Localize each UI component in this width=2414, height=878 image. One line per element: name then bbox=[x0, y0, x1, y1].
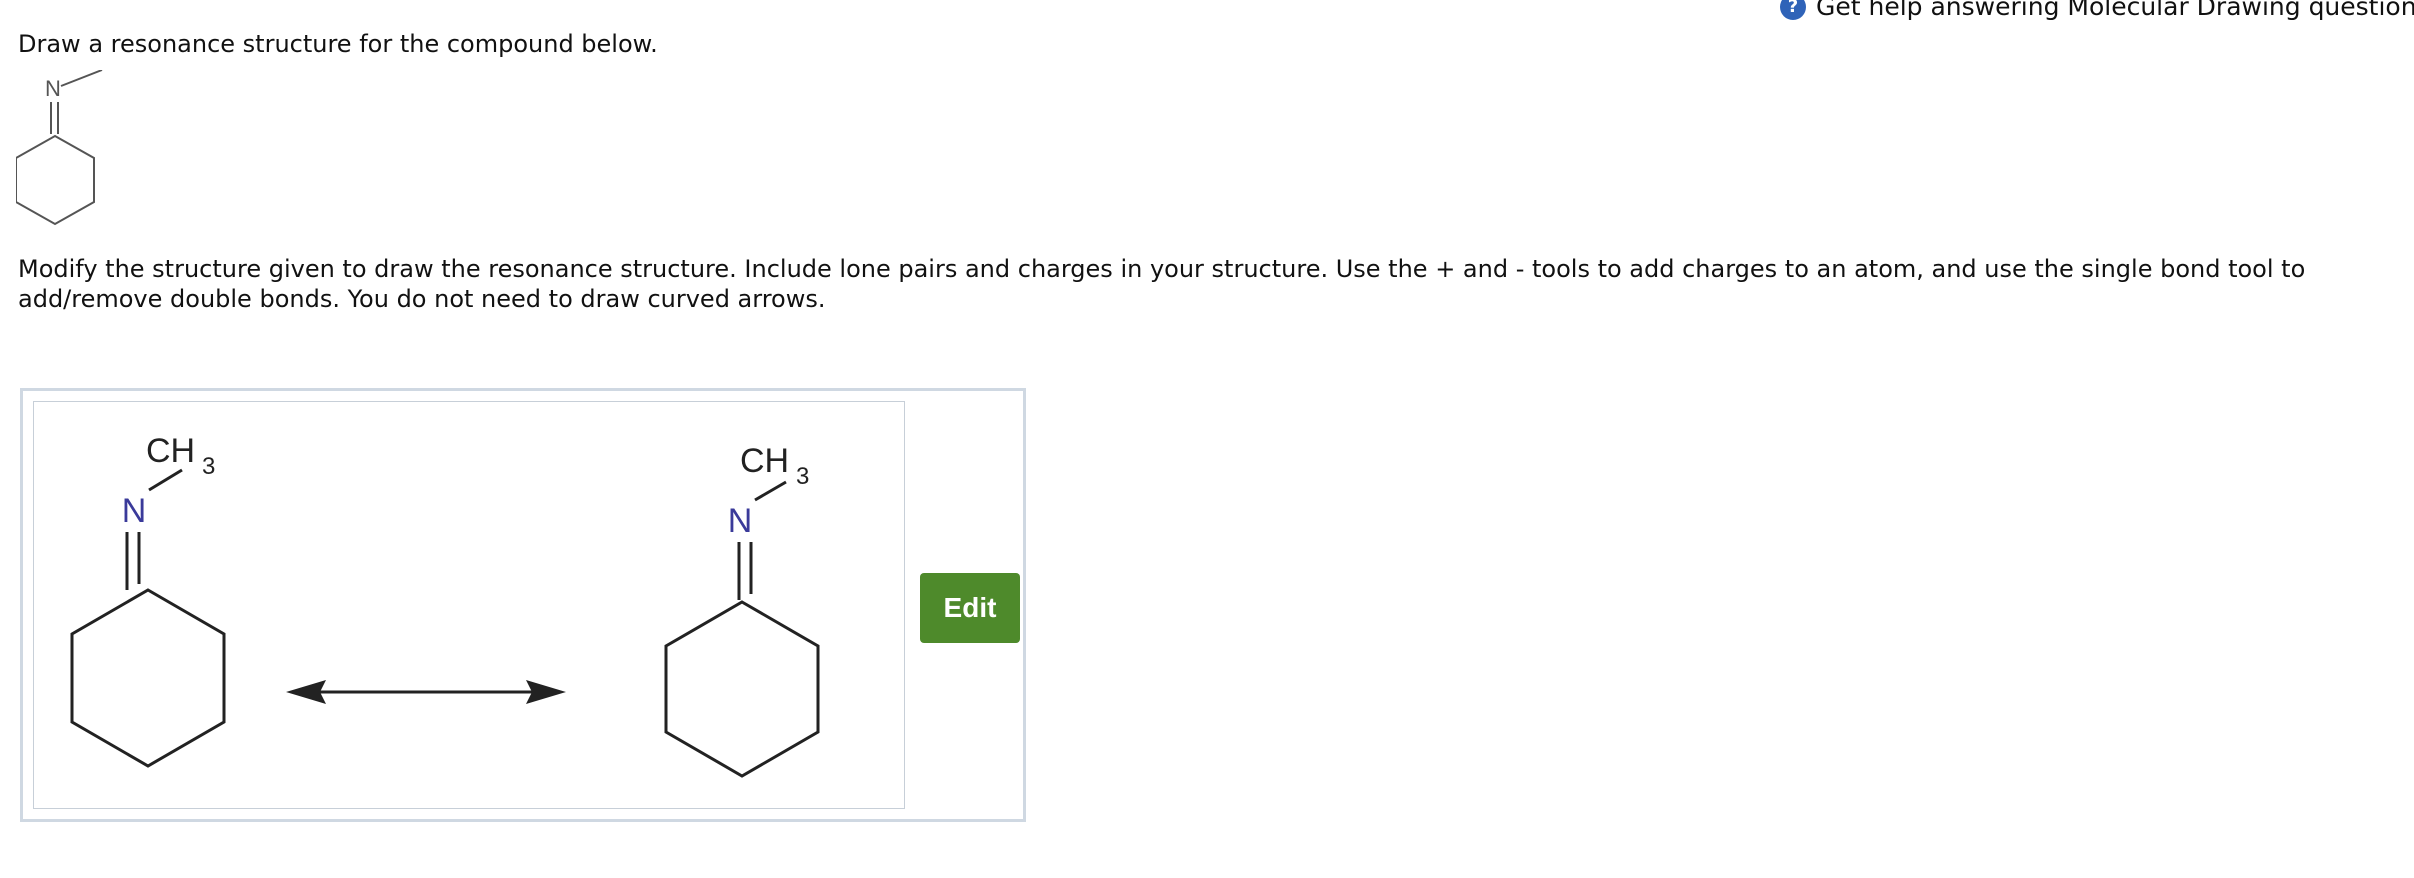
edit-button[interactable]: Edit bbox=[920, 573, 1020, 643]
left-methyl-label: CH bbox=[146, 432, 195, 470]
question-prompt: Draw a resonance structure for the compo… bbox=[18, 30, 658, 58]
drawing-canvas[interactable]: N CH 3 N CH 3 bbox=[33, 401, 905, 809]
given-structure: N bbox=[16, 70, 103, 226]
instructions: Modify the structure given to draw the r… bbox=[18, 255, 2306, 313]
right-methyl-subscript: 3 bbox=[796, 463, 809, 490]
question-mark-icon: ? bbox=[1780, 0, 1806, 20]
left-nitrogen-label: N bbox=[122, 492, 147, 530]
answer-panel: N CH 3 N CH 3 Edit bbox=[20, 388, 1026, 822]
help-link[interactable]: ? Get help answering Molecular Drawing q… bbox=[1780, 0, 2414, 21]
resonance-drawing: N CH 3 N CH 3 bbox=[70, 432, 820, 778]
resonance-structure-left: N CH 3 bbox=[70, 432, 226, 768]
small-nitrogen-label: N bbox=[45, 76, 61, 101]
right-methyl-label: CH bbox=[740, 442, 789, 480]
resonance-structure-right: N CH 3 bbox=[664, 442, 820, 778]
resonance-arrow bbox=[286, 680, 566, 704]
help-link-label: Get help answering Molecular Drawing que… bbox=[1816, 0, 2414, 21]
left-methyl-subscript: 3 bbox=[202, 453, 215, 480]
right-nitrogen-label: N bbox=[728, 502, 753, 540]
